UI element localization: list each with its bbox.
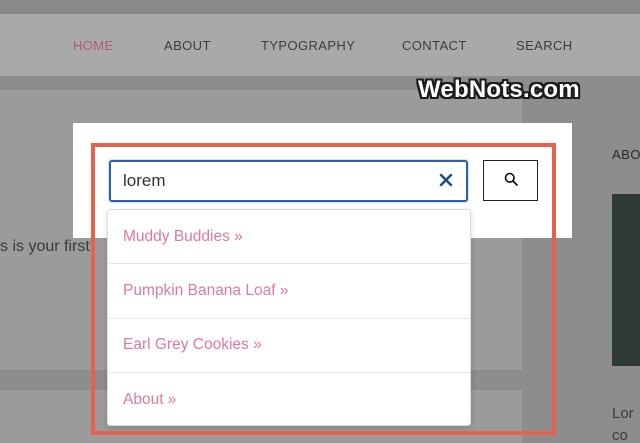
search-field [109, 160, 468, 202]
nav-item-typography[interactable]: TYPOGRAPHY [261, 38, 355, 53]
sidebar-text: Lor co [612, 403, 634, 443]
post-excerpt-text: s is your first [0, 238, 90, 255]
nav-item-contact[interactable]: CONTACT [402, 38, 467, 53]
suggestion-item[interactable]: About » [108, 373, 470, 427]
search-suggestions-list: Muddy Buddies » Pumpkin Banana Loaf » Ea… [107, 209, 471, 426]
nav-item-about[interactable]: ABOUT [164, 38, 211, 53]
sidebar-text-line2: co [612, 427, 628, 443]
suggestion-item[interactable]: Earl Grey Cookies » [108, 319, 470, 373]
nav-item-search[interactable]: SEARCH [516, 38, 573, 53]
sidebar-image [612, 194, 640, 366]
close-icon[interactable] [438, 172, 454, 188]
search-icon [504, 172, 518, 189]
sidebar-text-line1: Lor [612, 405, 634, 422]
nav-item-home[interactable]: HOME [73, 38, 114, 53]
search-input[interactable] [123, 162, 423, 200]
suggestion-item[interactable]: Muddy Buddies » [108, 210, 470, 265]
sidebar-heading: ABO [612, 147, 640, 162]
suggestion-item[interactable]: Pumpkin Banana Loaf » [108, 264, 470, 319]
webnots-watermark: WebNots.com [418, 76, 580, 103]
search-submit-button[interactable] [483, 160, 538, 201]
